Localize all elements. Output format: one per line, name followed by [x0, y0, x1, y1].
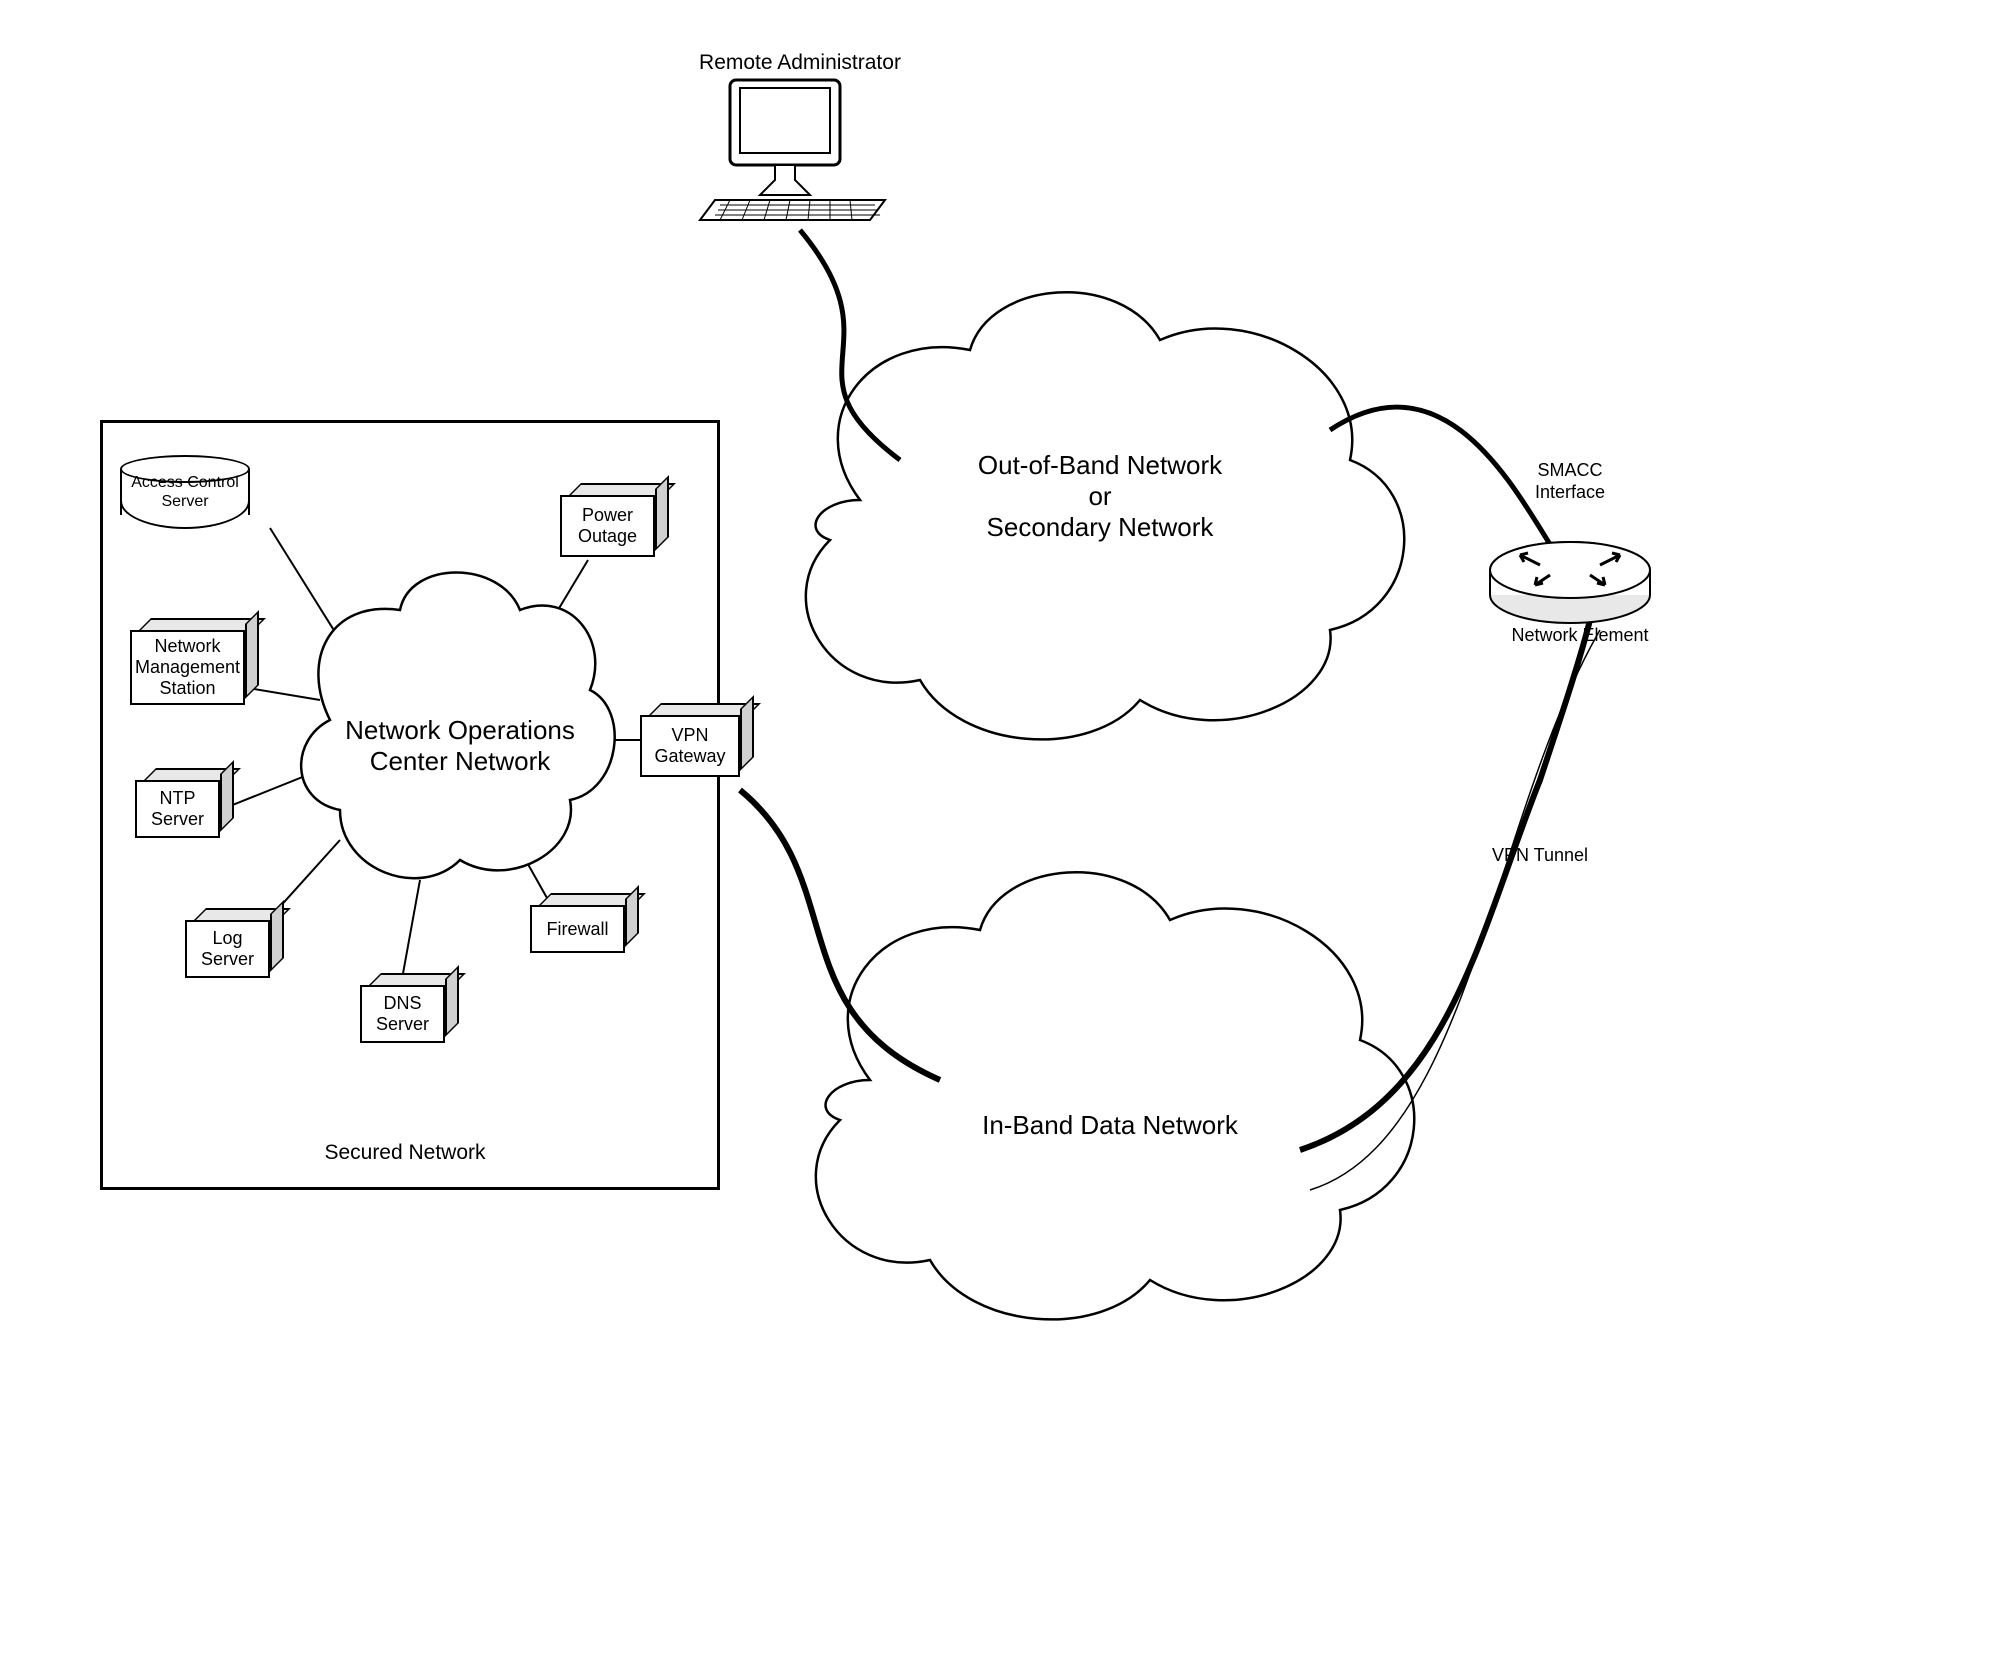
power-outage-text: Power Outage [578, 505, 637, 546]
oob-cloud-label: Out-of-Band Network or Secondary Network [940, 450, 1260, 544]
noc-cloud-label: Network Operations Center Network [330, 715, 590, 777]
vpn-tunnel-label: VPN Tunnel [1470, 845, 1610, 867]
dns-text: DNS Server [376, 993, 429, 1034]
access-control-label: Access Control Server [125, 473, 245, 511]
access-control-cylinder: Access Control Server [120, 455, 250, 535]
nms-text: Network Management Station [135, 636, 240, 698]
diagram-canvas: Remote Administrator Network Operations … [0, 0, 1998, 1655]
computer-icon [700, 80, 885, 220]
smacc-label: SMACC Interface [1510, 460, 1630, 503]
router-icon [1490, 542, 1650, 623]
inband-cloud-label: In-Band Data Network [960, 1110, 1260, 1141]
network-element-label: Network Element [1500, 625, 1660, 647]
secured-network-label: Secured Network [280, 1140, 530, 1165]
inband-cloud [816, 872, 1414, 1319]
vpn-gateway-text: VPN Gateway [654, 725, 725, 766]
log-text: Log Server [201, 928, 254, 969]
ntp-text: NTP Server [151, 788, 204, 829]
firewall-text: Firewall [546, 919, 608, 940]
remote-admin-label: Remote Administrator [670, 50, 930, 75]
